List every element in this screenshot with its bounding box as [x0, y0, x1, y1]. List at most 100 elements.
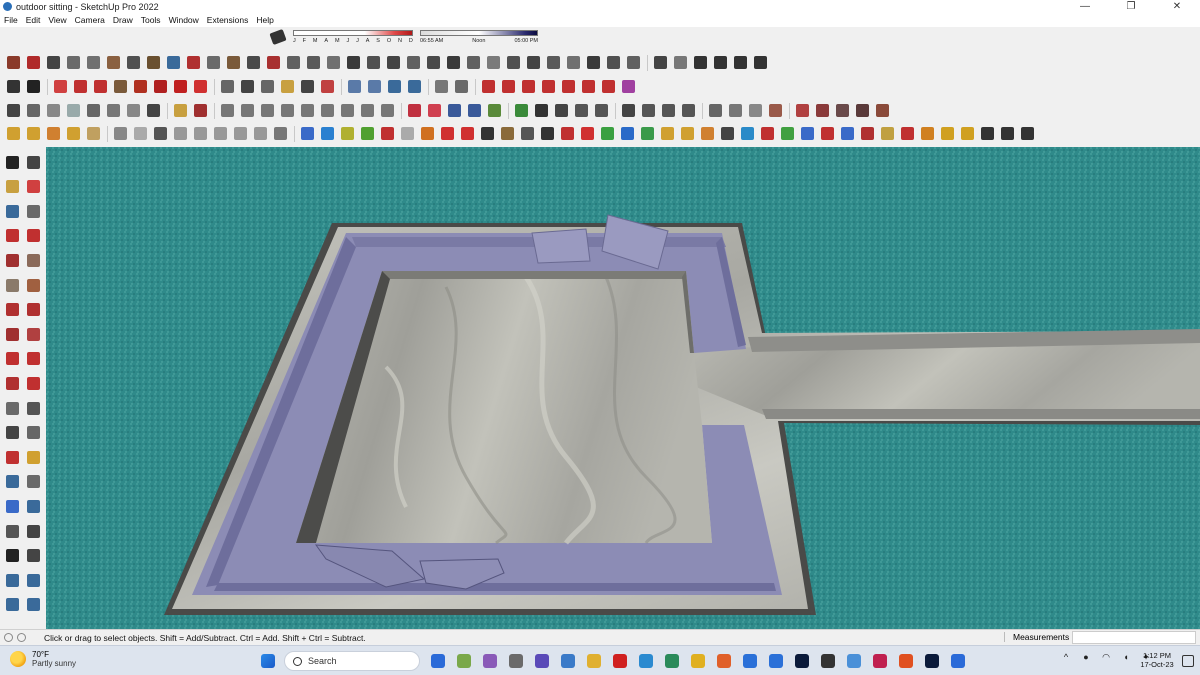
toolbar-tool-button[interactable] — [458, 125, 476, 143]
toolbar-tool-button[interactable] — [378, 125, 396, 143]
toolbar-tool-button[interactable] — [164, 54, 182, 72]
toolbar-tool-button[interactable] — [318, 78, 336, 96]
toolbar-tool-button[interactable] — [324, 54, 342, 72]
toolbar-tool-button[interactable] — [858, 125, 876, 143]
taskbar-app-button[interactable] — [688, 651, 708, 671]
toolbar-tool-button[interactable] — [518, 125, 536, 143]
taskbar-app-button[interactable] — [480, 651, 500, 671]
taskbar-search[interactable]: Search — [284, 651, 420, 671]
toolbar-tool-button[interactable] — [111, 78, 129, 96]
toolbar-tool-button[interactable] — [318, 125, 336, 143]
toolbar-tool-button[interactable] — [898, 125, 916, 143]
toolbar-tool-button[interactable] — [598, 125, 616, 143]
toolbar-tool-button[interactable] — [44, 125, 62, 143]
taskbar-app-button[interactable] — [506, 651, 526, 671]
toolbar-tool-button[interactable] — [698, 125, 716, 143]
toolbar-tool-button[interactable] — [338, 102, 356, 120]
left-tool-button[interactable] — [24, 251, 42, 269]
toolbar-tool-button[interactable] — [793, 102, 811, 120]
toolbar-tool-button[interactable] — [144, 102, 162, 120]
toolbar-tool-button[interactable] — [171, 78, 189, 96]
toolbar-tool-button[interactable] — [385, 78, 403, 96]
toolbar-tool-button[interactable] — [405, 102, 423, 120]
toolbar-tool-button[interactable] — [404, 54, 422, 72]
toolbar-tool-button[interactable] — [498, 125, 516, 143]
toolbar-tool-button[interactable] — [726, 102, 744, 120]
weather-widget[interactable]: 70°F Partly sunny — [10, 650, 76, 668]
toolbar-tool-button[interactable] — [218, 78, 236, 96]
menu-tools[interactable]: Tools — [141, 15, 161, 25]
left-tool-button[interactable] — [3, 571, 21, 589]
left-tool-button[interactable] — [3, 522, 21, 540]
start-button[interactable] — [258, 651, 278, 671]
toolbar-tool-button[interactable] — [484, 54, 502, 72]
left-tool-button[interactable] — [24, 276, 42, 294]
toolbar-tool-button[interactable] — [191, 78, 209, 96]
taskbar-app-button[interactable] — [428, 651, 448, 671]
toolbar-tool-button[interactable] — [231, 125, 249, 143]
toolbar-tool-button[interactable] — [204, 54, 222, 72]
left-tool-button[interactable] — [3, 276, 21, 294]
toolbar-tool-button[interactable] — [592, 102, 610, 120]
toolbar-tool-button[interactable] — [418, 125, 436, 143]
toolbar-tool-button[interactable] — [258, 102, 276, 120]
left-tool-button[interactable] — [24, 227, 42, 245]
left-tool-button[interactable] — [3, 251, 21, 269]
taskbar-app-button[interactable] — [714, 651, 734, 671]
toolbar-tool-button[interactable] — [298, 125, 316, 143]
left-tool-button[interactable] — [3, 227, 21, 245]
toolbar-tool-button[interactable] — [264, 54, 282, 72]
toolbar-tool-button[interactable] — [405, 78, 423, 96]
toolbar-tool-button[interactable] — [4, 78, 22, 96]
taskbar-app-button[interactable] — [558, 651, 578, 671]
left-tool-button[interactable] — [3, 178, 21, 196]
toolbar-tool-button[interactable] — [778, 125, 796, 143]
toolbar-tool-button[interactable] — [938, 125, 956, 143]
toolbar-tool-button[interactable] — [271, 125, 289, 143]
toolbar-tool-button[interactable] — [191, 125, 209, 143]
taskbar-app-button[interactable] — [766, 651, 786, 671]
toolbar-tool-button[interactable] — [485, 102, 503, 120]
toolbar-tool-button[interactable] — [218, 102, 236, 120]
toolbar-tool-button[interactable] — [432, 78, 450, 96]
time-slider[interactable] — [420, 30, 538, 36]
tray-icon[interactable]: ● — [1080, 651, 1092, 663]
notification-icon[interactable] — [1182, 655, 1194, 667]
toolbar-tool-button[interactable] — [378, 102, 396, 120]
toolbar-tool-button[interactable] — [599, 78, 617, 96]
left-tool-button[interactable] — [3, 350, 21, 368]
toolbar-tool-button[interactable] — [131, 125, 149, 143]
taskbar-app-button[interactable] — [610, 651, 630, 671]
toolbar-tool-button[interactable] — [258, 78, 276, 96]
toolbar-tool-button[interactable] — [524, 54, 542, 72]
toolbar-tool-button[interactable] — [144, 54, 162, 72]
taskbar-app-button[interactable] — [454, 651, 474, 671]
toolbar-tool-button[interactable] — [238, 78, 256, 96]
left-tool-button[interactable] — [3, 374, 21, 392]
toolbar-tool-button[interactable] — [766, 102, 784, 120]
toolbar-tool-button[interactable] — [552, 102, 570, 120]
toolbar-tool-button[interactable] — [584, 54, 602, 72]
toolbar-tool-button[interactable] — [251, 125, 269, 143]
left-tool-button[interactable] — [24, 424, 42, 442]
toolbar-tool-button[interactable] — [619, 78, 637, 96]
toolbar-tool-button[interactable] — [539, 78, 557, 96]
measurements-input[interactable] — [1072, 631, 1196, 644]
toolbar-tool-button[interactable] — [706, 102, 724, 120]
left-tool-button[interactable] — [3, 301, 21, 319]
toolbar-tool-button[interactable] — [284, 54, 302, 72]
taskbar-app-button[interactable] — [844, 651, 864, 671]
left-tool-button[interactable] — [24, 153, 42, 171]
toolbar-tool-button[interactable] — [718, 125, 736, 143]
toolbar-tool-button[interactable] — [171, 125, 189, 143]
toolbar-tool-button[interactable] — [64, 54, 82, 72]
left-tool-button[interactable] — [24, 497, 42, 515]
toolbar-tool-button[interactable] — [838, 125, 856, 143]
toolbar-tool-button[interactable] — [365, 78, 383, 96]
toolbar-tool-button[interactable] — [731, 54, 749, 72]
toolbar-tool-button[interactable] — [358, 102, 376, 120]
taskbar-app-button[interactable] — [662, 651, 682, 671]
toolbar-tool-button[interactable] — [512, 102, 530, 120]
toolbar-tool-button[interactable] — [298, 102, 316, 120]
toolbar-tool-button[interactable] — [278, 102, 296, 120]
